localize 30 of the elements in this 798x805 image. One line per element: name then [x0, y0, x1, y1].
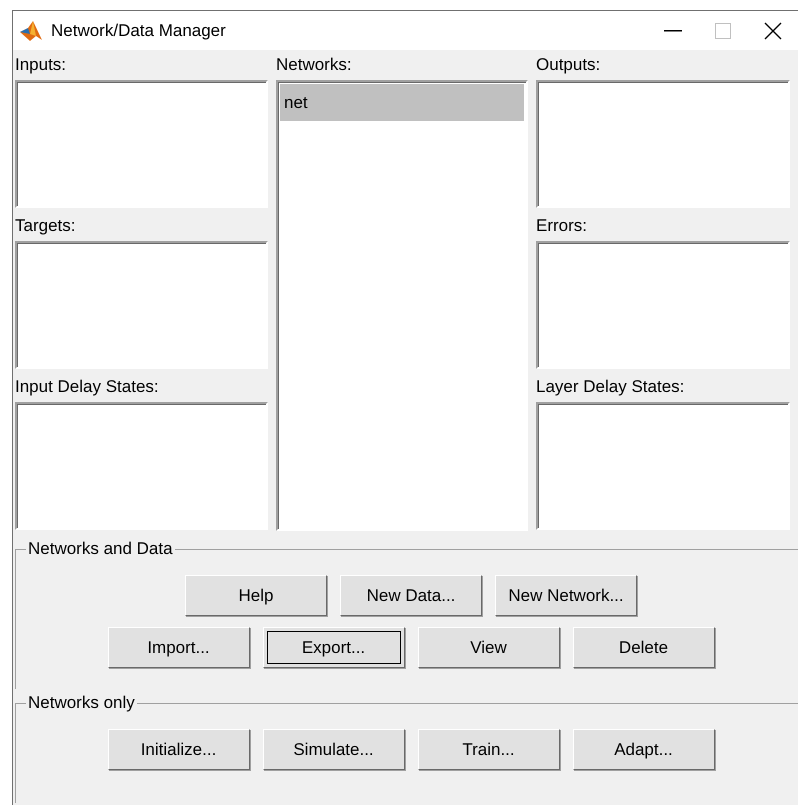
- list-box[interactable]: [15, 80, 268, 208]
- action-button[interactable]: Train...: [418, 729, 560, 770]
- list-box[interactable]: [15, 241, 268, 369]
- action-button[interactable]: Import...: [108, 627, 250, 668]
- list-label: Input Delay States:: [15, 376, 160, 398]
- list-box[interactable]: [536, 241, 790, 369]
- action-button[interactable]: Export...: [262, 627, 404, 668]
- app-logo-icon: [19, 20, 43, 42]
- action-button[interactable]: View: [418, 627, 560, 668]
- group-title: Networks only: [27, 693, 136, 713]
- list-item[interactable]: net: [280, 84, 524, 121]
- action-button[interactable]: Adapt...: [572, 729, 714, 770]
- action-button[interactable]: Simulate...: [262, 729, 404, 770]
- list-box[interactable]: [536, 80, 790, 208]
- action-button[interactable]: New Network...: [495, 575, 637, 616]
- list-label: Inputs:: [15, 54, 68, 76]
- list-label: Outputs:: [536, 54, 602, 76]
- list-label: Errors:: [536, 215, 588, 237]
- action-button[interactable]: New Data...: [340, 575, 482, 616]
- list-box[interactable]: net: [276, 80, 528, 531]
- action-button[interactable]: Help: [185, 575, 327, 616]
- list-box[interactable]: [536, 402, 790, 530]
- list-label: Targets:: [15, 215, 76, 237]
- group-title: Networks and Data: [27, 539, 174, 559]
- action-button[interactable]: Delete: [572, 627, 714, 668]
- window-title: Network/Data Manager: [51, 20, 227, 40]
- list-box[interactable]: [15, 402, 268, 530]
- list-label: Layer Delay States:: [536, 376, 686, 398]
- list-label: Networks:: [276, 54, 353, 76]
- action-button[interactable]: Initialize...: [108, 729, 250, 770]
